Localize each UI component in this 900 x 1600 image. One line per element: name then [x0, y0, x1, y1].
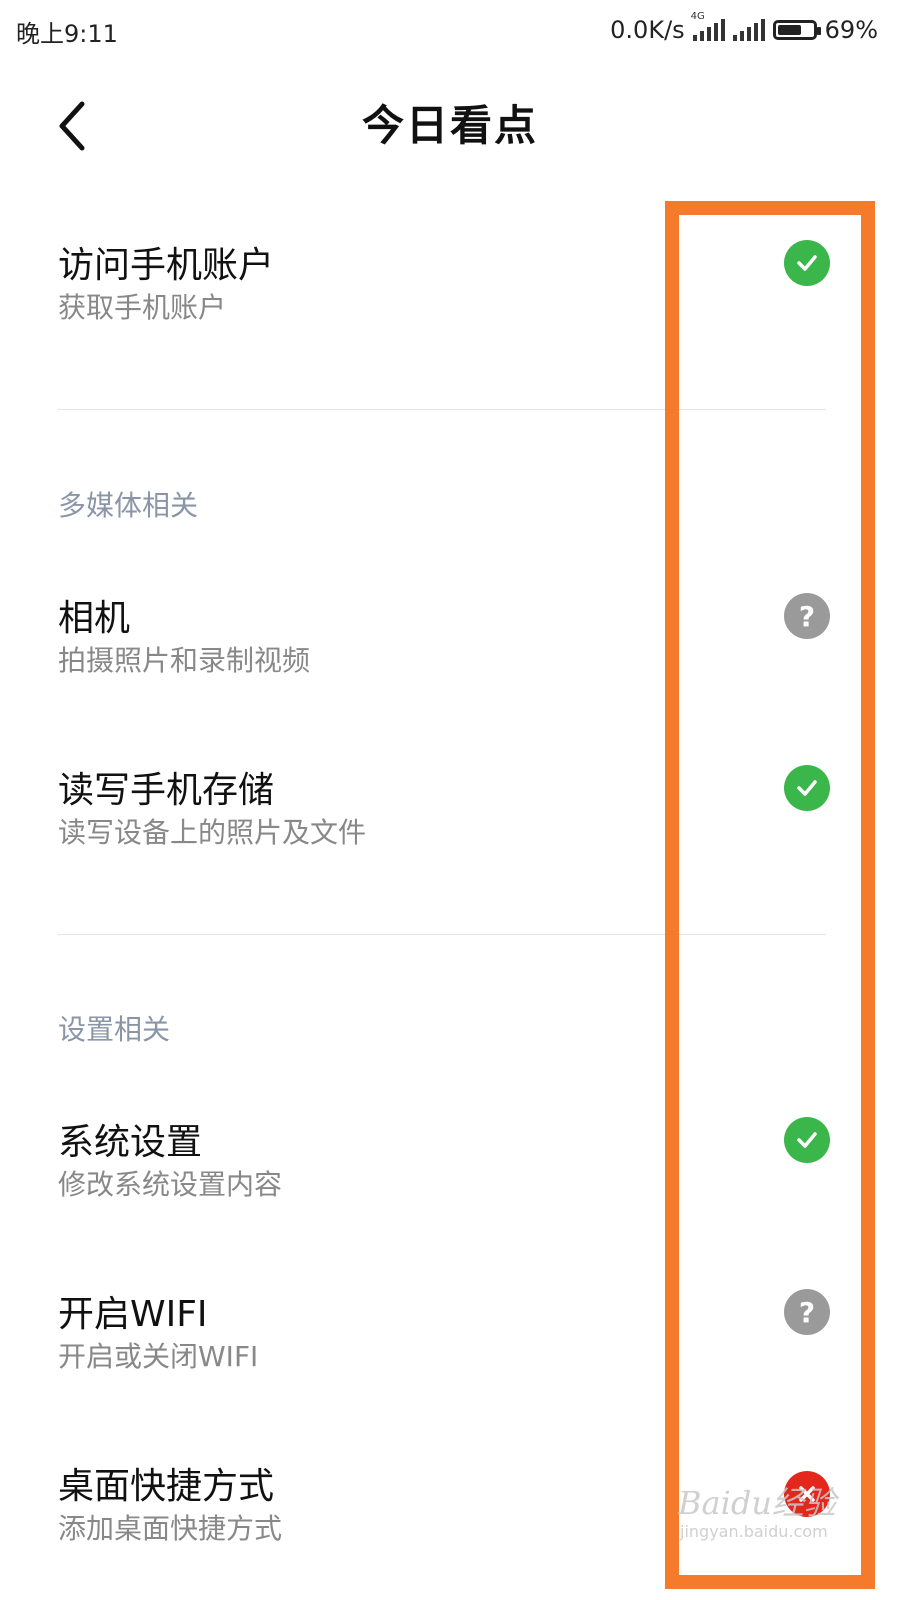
section-label-media: 多媒体相关 [58, 489, 199, 522]
network-speed: 0.0K/s [610, 16, 685, 44]
watermark-url: jingyan.baidu.com [680, 1522, 828, 1541]
divider [58, 409, 826, 410]
network-type: 4G [690, 11, 705, 22]
nav-bar: 今日看点 [0, 70, 900, 180]
permission-title: 桌面快捷方式 [58, 1466, 275, 1507]
status-time: 晚上9:11 [16, 20, 118, 48]
cellular-signal-2-icon [732, 19, 765, 41]
section-label-settings: 设置相关 [58, 1013, 171, 1046]
divider [58, 934, 826, 935]
battery-icon [772, 20, 821, 40]
permission-item-camera[interactable]: 相机 拍摄照片和录制视频 ? [58, 589, 830, 689]
permission-item-storage[interactable]: 读写手机存储 读写设备上的照片及文件 [58, 761, 830, 861]
permission-title: 开启WIFI [58, 1294, 208, 1335]
status-indicators: 0.0K/s 4G 69% [610, 11, 878, 46]
page-title: 今日看点 [361, 101, 538, 150]
permission-item-system-settings[interactable]: 系统设置 修改系统设置内容 [58, 1113, 830, 1213]
permission-desc: 获取手机账户 [58, 291, 227, 324]
permission-item-account[interactable]: 访问手机账户 获取手机账户 [58, 236, 830, 336]
check-circle-icon[interactable] [784, 765, 830, 811]
permission-title: 相机 [58, 598, 131, 639]
battery-percent: 69% [824, 16, 878, 44]
permission-title: 系统设置 [58, 1122, 203, 1163]
permission-desc: 添加桌面快捷方式 [58, 1512, 283, 1545]
permission-desc: 拍摄照片和录制视频 [58, 644, 311, 677]
permission-desc: 修改系统设置内容 [58, 1168, 283, 1201]
permission-item-wifi[interactable]: 开启WIFI 开启或关闭WIFI ? [58, 1285, 830, 1385]
check-circle-icon[interactable] [784, 1117, 830, 1163]
permission-title: 访问手机账户 [58, 245, 275, 286]
cellular-signal-icon: 4G [691, 11, 725, 41]
status-bar: 晚上9:11 0.0K/s 4G 69% [0, 0, 900, 60]
watermark: Baidu经验 jingyan.baidu.com [678, 1478, 836, 1541]
permission-desc: 读写设备上的照片及文件 [58, 816, 367, 849]
question-circle-icon[interactable]: ? [784, 593, 830, 639]
check-circle-icon[interactable] [784, 240, 830, 286]
watermark-text: Baidu经验 [678, 1484, 836, 1522]
question-circle-icon[interactable]: ? [784, 1289, 830, 1335]
permission-title: 读写手机存储 [58, 770, 275, 811]
permission-desc: 开启或关闭WIFI [58, 1340, 259, 1373]
